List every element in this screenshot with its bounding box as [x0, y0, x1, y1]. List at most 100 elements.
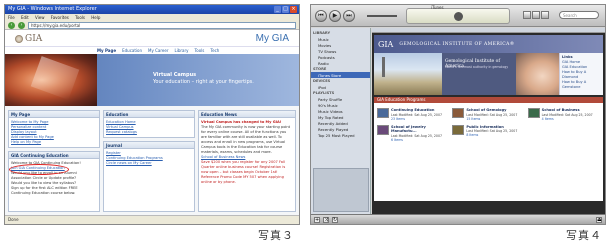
tab-tech[interactable]: Tech [210, 47, 219, 54]
my-gia-portal: GIA My GIA My Page Education My Career L… [5, 31, 299, 215]
itunes-store-content: GIA GEMOLOGICAL INSTITUTE OF AMERICA® Ge… [372, 28, 605, 214]
caption-left: 写真３ [258, 229, 294, 242]
program-count: 8 Items [466, 133, 479, 137]
caption-right: 写真４ [566, 229, 602, 242]
gia-store-banner: GIA GEMOLOGICAL INSTITUTE OF AMERICA® Ge… [374, 35, 603, 95]
program-tile[interactable]: School of Jewelry Manufactu... Last Modi… [377, 124, 449, 142]
gemstone-image [5, 54, 97, 106]
program-count: 4 Items [541, 116, 554, 121]
portal-tabs: My Page Education My Career Library Tool… [5, 47, 299, 54]
program-tile[interactable]: Public Information Last Modified: Sat Au… [452, 124, 524, 142]
journal-link[interactable]: Circle news on My Career [106, 161, 192, 166]
ie-status-bar: Done [5, 215, 299, 224]
program-count: 15 Items [466, 116, 481, 121]
join-continuing-education-link[interactable]: Join GIA Continuing Education [9, 164, 97, 175]
menu-view[interactable]: View [35, 15, 45, 20]
news-body: The My GIA community is now your startin… [201, 125, 291, 154]
gia-logo-text: GIA [25, 33, 43, 44]
education-programs-section: GIA Education Programs Continuing Educat… [374, 97, 603, 201]
my-page-box-title: My Page [9, 111, 99, 118]
minimize-icon[interactable]: _ [274, 6, 281, 13]
continuing-education-box: GIA Continuing Education Welcome to GIA … [8, 151, 100, 212]
volume-slider[interactable] [367, 15, 397, 17]
program-thumbnail [377, 124, 389, 135]
maximize-icon[interactable]: □ [282, 6, 289, 13]
hero-banner: Virtual Campus Your education – right at… [5, 54, 299, 106]
program-count: 23 Items [391, 116, 405, 121]
add-playlist-icon[interactable]: + [314, 217, 320, 223]
search-input[interactable]: Search [559, 11, 599, 19]
hero-subtitle: Your education – right at your fingertip… [153, 79, 254, 85]
program-title: School of Jewelry Manufactu... [391, 124, 426, 134]
program-tile[interactable]: Continuing Education Last Modified: Sat … [377, 108, 449, 121]
itunes-bottom-bar: + ⤨ ↻ ⏏ [311, 214, 605, 224]
menu-favorites[interactable]: Favorites [51, 15, 69, 20]
itunes-toolbar: ⏮ ▶ ⏭ iTunes Search [311, 5, 605, 27]
tab-library[interactable]: Library [174, 47, 188, 54]
eject-icon[interactable]: ⏏ [596, 217, 602, 223]
program-tile[interactable]: School of Business Last Modified: Sat Au… [527, 108, 600, 121]
education-link[interactable]: Request catalogs [106, 130, 192, 135]
album-artwork-pane [313, 168, 369, 212]
education-news-title: Education News [199, 111, 295, 118]
menu-edit[interactable]: Edit [21, 15, 29, 20]
tab-my-career[interactable]: My Career [148, 47, 168, 54]
shuffle-icon[interactable]: ⤨ [323, 217, 329, 223]
address-input[interactable]: https://my.gia.edu/portal [28, 21, 296, 29]
tab-tools[interactable]: Tools [194, 47, 204, 54]
program-thumbnail [377, 108, 389, 118]
program-thumbnail [452, 108, 465, 118]
banner-subtitle: World's foremost authority in gemology [445, 65, 509, 69]
menu-help[interactable]: Help [91, 15, 100, 20]
news-reference: Reference Promo Code MY 507 when applyin… [201, 175, 284, 184]
gia-store-logo: GIA [378, 39, 394, 49]
program-thumbnail [452, 124, 465, 135]
middle-column: Education Education Home Virtual Campus … [103, 110, 195, 212]
program-count: 6 Items [391, 137, 403, 142]
menu-file[interactable]: File [8, 15, 15, 20]
gia-emblem-icon [15, 34, 23, 43]
gia-link[interactable]: How to Buy A Diamond [562, 70, 601, 80]
hero-title: Virtual Campus [153, 72, 197, 78]
program-date: Last Modified: Sat Aug 25, 2007 [541, 112, 593, 117]
ce-footer: Sign up for the first ALC edition FREE C… [11, 186, 78, 195]
repeat-icon[interactable]: ↻ [332, 217, 338, 223]
campus-photo [374, 53, 442, 95]
play-icon[interactable]: ▶ [329, 10, 341, 22]
itunes-title: iTunes [431, 5, 444, 10]
program-date: Last Modified: Sat Aug 25, 2007 [391, 133, 443, 138]
back-arrow-icon[interactable]: ‹ [8, 21, 15, 29]
close-icon[interactable]: × [290, 6, 297, 13]
list-view-icon[interactable] [523, 11, 531, 19]
grid-view-icon[interactable] [532, 11, 540, 19]
tab-education[interactable]: Education [122, 47, 142, 54]
journal-box-title: Journal [104, 142, 194, 149]
itunes-window: ⏮ ▶ ⏭ iTunes Search LIBRARY Music Movies… [310, 4, 606, 225]
my-page-link[interactable]: Help on My Page [11, 140, 97, 145]
journal-box: Journal Register Continuing Education Pr… [103, 141, 195, 212]
view-buttons [523, 11, 549, 19]
forward-arrow-icon[interactable]: › [18, 21, 25, 29]
menu-tools[interactable]: Tools [75, 15, 85, 20]
portal-columns: My Page Welcome to My Page Personalize c… [5, 107, 299, 215]
my-page-box: My Page Welcome to My Page Personalize c… [8, 110, 100, 148]
store-navigation-bar [372, 28, 605, 33]
right-column: Education News Virtual Campus has change… [198, 110, 296, 212]
education-box: Education Education Home Virtual Campus … [103, 110, 195, 138]
gia-links-panel: Links GIA Home GIA Education How to Buy … [559, 53, 603, 95]
program-tile[interactable]: School of Gemology Last Modified: Sat Au… [452, 108, 524, 121]
coverflow-view-icon[interactable] [541, 11, 549, 19]
continuing-education-title: GIA Continuing Education [9, 152, 99, 159]
banner-info-panel: Gemological Institute of America World's… [442, 53, 516, 95]
gia-institute-name: GEMOLOGICAL INSTITUTE OF AMERICA® [399, 41, 515, 47]
itunes-sidebar: LIBRARY Music Movies TV Shows Podcasts R… [311, 28, 371, 214]
gia-logo[interactable]: GIA [15, 34, 42, 44]
education-box-title: Education [104, 111, 194, 118]
gia-link[interactable]: How to Buy A Gemstone [562, 80, 601, 90]
ie-menu-bar: File Edit View Favorites Tools Help [5, 14, 299, 21]
next-track-icon[interactable]: ⏭ [343, 10, 355, 22]
previous-track-icon[interactable]: ⏮ [315, 10, 327, 22]
education-news-box: Education News Virtual Campus has change… [198, 110, 296, 212]
tab-my-page[interactable]: My Page [97, 47, 116, 54]
playlist-item[interactable]: Top 25 Most Played [311, 132, 370, 138]
